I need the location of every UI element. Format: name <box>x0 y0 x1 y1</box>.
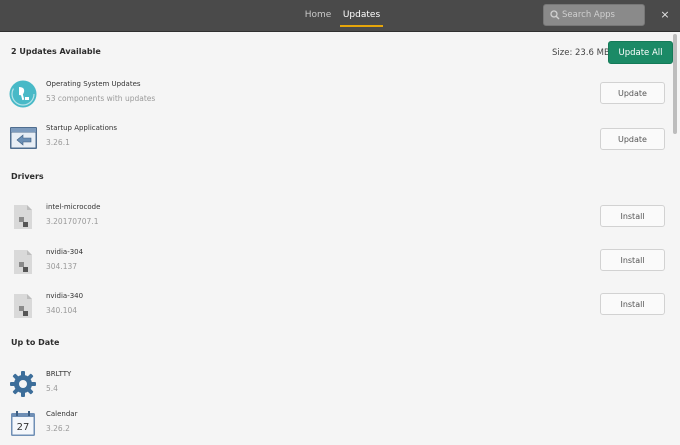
close-button[interactable]: × <box>657 7 673 23</box>
up-to-date-title: Up to Date <box>11 338 60 347</box>
update-button[interactable]: Update <box>600 82 665 104</box>
item-detail: 304.137 <box>46 262 78 271</box>
list-item: BRLTTY 5.4 <box>0 365 680 405</box>
item-detail: 5.4 <box>46 384 58 393</box>
scrollbar[interactable] <box>673 34 677 134</box>
package-icon <box>14 250 32 274</box>
item-name: Calendar <box>46 410 78 418</box>
list-item: Startup Applications 3.26.1 Update <box>0 119 680 159</box>
update-all-button[interactable]: Update All <box>608 41 673 64</box>
pop-os-logo-icon <box>9 80 37 108</box>
search-box[interactable] <box>543 4 645 26</box>
startup-applications-icon <box>10 127 37 149</box>
item-name: intel-microcode <box>46 203 101 211</box>
gear-icon <box>10 371 36 397</box>
update-button[interactable]: Update <box>600 128 665 150</box>
list-item: Operating System Updates 53 components w… <box>0 75 680 115</box>
calendar-icon: 27 <box>11 411 35 436</box>
tab-home[interactable]: Home <box>300 0 336 31</box>
item-detail: 3.26.2 <box>46 424 70 433</box>
item-detail: 3.26.1 <box>46 138 70 147</box>
install-button[interactable]: Install <box>600 249 665 271</box>
tab-updates-label: Updates <box>342 10 381 20</box>
item-detail: 340.104 <box>46 306 78 315</box>
updates-available-title: 2 Updates Available <box>11 47 101 56</box>
search-icon <box>550 10 560 20</box>
item-name: Startup Applications <box>46 124 117 132</box>
item-detail: 3.20170707.1 <box>46 217 99 226</box>
item-name: nvidia-340 <box>46 292 84 300</box>
item-name: nvidia-304 <box>46 248 84 256</box>
close-icon: × <box>660 8 670 21</box>
calendar-day-text: 27 <box>17 422 30 433</box>
tab-updates[interactable]: Updates <box>340 0 383 31</box>
install-button[interactable]: Install <box>600 293 665 315</box>
list-item: nvidia-304 304.137 Install <box>0 243 680 283</box>
search-input[interactable] <box>562 5 642 25</box>
drivers-title: Drivers <box>11 172 44 181</box>
tab-home-label: Home <box>304 10 332 20</box>
download-size-label: Size: 23.6 MB <box>552 48 610 58</box>
header-bar: Home Updates × <box>0 0 680 32</box>
package-icon <box>14 205 32 229</box>
item-detail: 53 components with updates <box>46 94 156 103</box>
active-tab-indicator <box>340 25 383 27</box>
install-button[interactable]: Install <box>600 205 665 227</box>
package-icon <box>14 294 32 318</box>
item-name: Operating System Updates <box>46 80 141 88</box>
list-item: nvidia-340 340.104 Install <box>0 287 680 327</box>
list-item: 27 Calendar 3.26.2 <box>0 405 680 445</box>
item-name: BRLTTY <box>46 370 72 378</box>
list-item: intel-microcode 3.20170707.1 Install <box>0 198 680 238</box>
